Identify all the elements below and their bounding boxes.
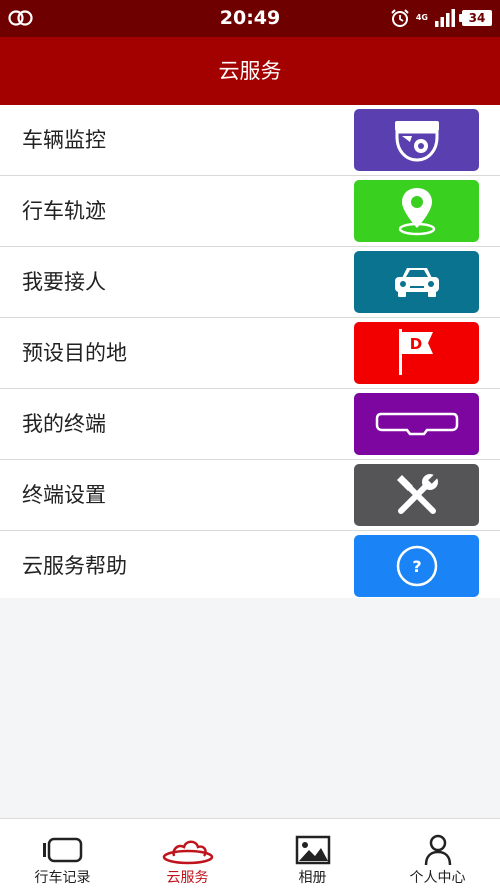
tab-label: 行车记录 [34, 870, 91, 886]
tools-icon [396, 471, 441, 514]
menu-item-preset-destination[interactable]: 预设目的地 D [0, 318, 500, 389]
tab-label: 云服务 [166, 870, 209, 886]
tab-personal-center[interactable]: 个人中心 [375, 819, 500, 888]
cloud-icon [162, 840, 213, 865]
tab-driving-record[interactable]: 行车记录 [0, 819, 125, 888]
bottom-tab-bar: 行车记录 云服务 相册 个人中心 [0, 818, 500, 888]
battery-indicator: 34 [459, 10, 492, 26]
status-bar: 20:49 4G 34 [0, 0, 500, 37]
preset-destination-tile[interactable]: D [354, 322, 479, 384]
driving-track-tile[interactable] [354, 180, 479, 242]
photo-icon [295, 835, 330, 865]
svg-text:D: D [409, 335, 421, 353]
signal-icon [435, 9, 455, 27]
my-terminal-tile[interactable] [354, 393, 479, 455]
menu-item-pick-up[interactable]: 我要接人 [0, 247, 500, 318]
menu-item-cloud-help[interactable]: 云服务帮助 ? [0, 531, 500, 598]
menu-item-driving-track[interactable]: 行车轨迹 [0, 176, 500, 247]
pick-up-tile[interactable] [354, 251, 479, 313]
destination-flag-icon: D [398, 329, 433, 375]
alarm-icon [391, 9, 409, 27]
rearview-mirror-icon [375, 412, 458, 436]
menu-item-my-terminal[interactable]: 我的终端 [0, 389, 500, 460]
page-title: 云服务 [218, 59, 282, 83]
cloud-help-tile[interactable]: ? [354, 535, 479, 597]
tab-label: 个人中心 [409, 870, 466, 886]
dashcam-icon [42, 837, 82, 863]
svg-text:?: ? [412, 557, 421, 576]
menu-item-label: 我要接人 [22, 270, 106, 294]
network-type: 4G [415, 13, 428, 22]
menu-item-label: 终端设置 [22, 483, 106, 507]
help-icon: ? [396, 545, 437, 587]
menu-item-terminal-settings[interactable]: 终端设置 [0, 460, 500, 531]
location-pin-icon [398, 188, 435, 236]
terminal-settings-tile[interactable] [354, 464, 479, 526]
tab-cloud-service[interactable]: 云服务 [125, 819, 250, 888]
tab-album[interactable]: 相册 [250, 819, 375, 888]
menu-item-label: 车辆监控 [22, 128, 106, 152]
vehicle-monitor-tile[interactable] [354, 109, 479, 171]
title-bar: 云服务 [0, 37, 500, 105]
menu-item-label: 行车轨迹 [22, 199, 106, 223]
menu-item-label: 云服务帮助 [22, 554, 127, 578]
person-icon [424, 834, 451, 866]
menu-item-vehicle-monitor[interactable]: 车辆监控 [0, 105, 500, 176]
tab-label: 相册 [298, 870, 327, 886]
menu-item-label: 预设目的地 [22, 341, 127, 365]
menu-item-label: 我的终端 [22, 412, 106, 436]
camera-icon [394, 121, 439, 162]
service-menu: 车辆监控 行车轨迹 我要接人 预设目的地 D 我的终端 终端设置 云服务帮助 ? [0, 105, 500, 598]
car-icon [394, 268, 439, 297]
